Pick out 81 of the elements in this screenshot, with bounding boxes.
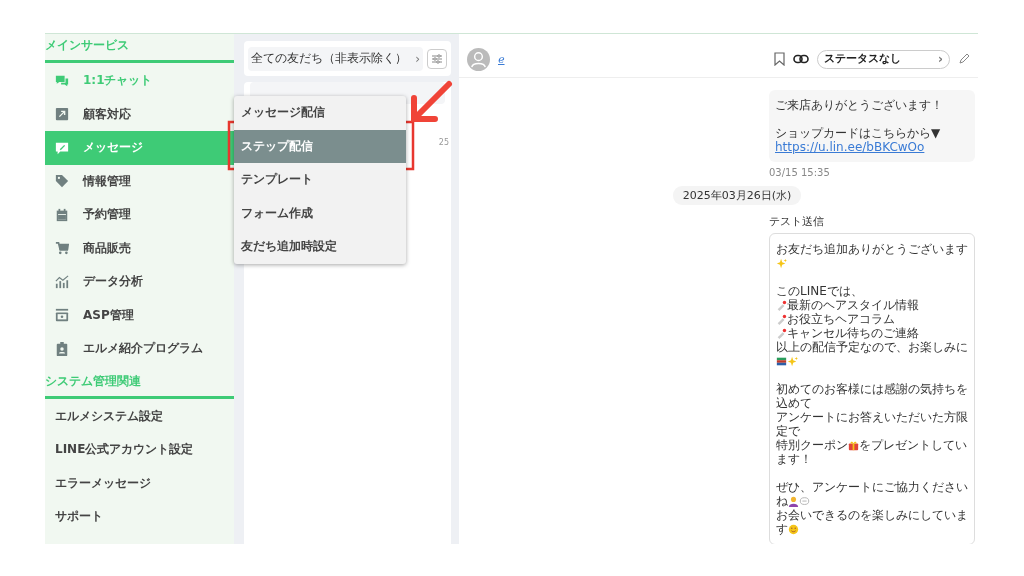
tag-icon <box>55 174 69 189</box>
sidebar-label: メッセージ <box>83 139 143 157</box>
message-text: キャンセル待ちのご連絡 <box>787 326 919 340</box>
arrow-square-icon <box>55 107 69 122</box>
status-dropdown[interactable]: ステータスなし › <box>817 49 950 69</box>
pin-icon <box>776 299 787 311</box>
sidebar-item[interactable]: エラーメッセージ <box>45 466 234 500</box>
message-text: このLINEでは、 <box>776 284 863 298</box>
sidebar-item[interactable]: 顧客対応 <box>45 97 234 131</box>
person-icon <box>788 495 799 507</box>
sidebar-label: エルメ紹介プログラム <box>83 340 203 358</box>
pencil-icon[interactable] <box>958 53 970 65</box>
sidebar-item[interactable]: 情報管理 <box>45 164 234 198</box>
sidebar-item[interactable]: エルメシステム設定 <box>45 399 234 433</box>
friend-filter-dropdown[interactable]: 全ての友だち（非表示除く） › <box>248 46 423 71</box>
friend-time: 25 <box>438 138 449 147</box>
sidebar-label: データ分析 <box>83 273 143 291</box>
sidebar-label: LINE公式アカウント設定 <box>55 441 194 459</box>
message-text: 以上の配信予定なので、お楽しみに <box>776 340 968 354</box>
speech-bubble-icon <box>799 495 810 507</box>
message-text: 最新のヘアスタイル情報 <box>787 298 919 312</box>
link-icon[interactable] <box>793 54 809 64</box>
sidebar-item[interactable]: データ分析 <box>45 265 234 299</box>
bar-chart-icon <box>55 274 69 289</box>
message-text: ぜひ、アンケートにご協力ください <box>776 480 968 494</box>
sparkle-icon <box>787 355 798 367</box>
message-edit-icon <box>55 140 69 155</box>
message-text: お役立ちヘアコラム <box>787 312 895 326</box>
cart-icon <box>55 241 69 256</box>
id-badge-icon <box>55 341 69 356</box>
contact-name-link[interactable]: ℯ <box>498 52 505 66</box>
message-text: 特別クーポン <box>776 438 848 452</box>
menu-item[interactable]: 友だち追加時設定 <box>234 230 406 264</box>
message-text: ショップカードはこちらから▼ <box>775 126 941 140</box>
sidebar-label: 商品販売 <box>83 239 131 257</box>
pin-icon <box>776 313 787 325</box>
sidebar-item[interactable]: 予約管理 <box>45 198 234 232</box>
sidebar-label: 予約管理 <box>83 206 131 224</box>
annotation-arrow <box>411 81 452 122</box>
filter-settings-button[interactable] <box>427 48 447 69</box>
sidebar-item[interactable]: ASP管理 <box>45 298 234 332</box>
menu-item[interactable]: メッセージ配信 <box>234 96 406 130</box>
sidebar-label: 1:1チャット <box>83 72 153 90</box>
gift-icon <box>848 439 859 451</box>
smile-icon <box>788 523 799 535</box>
message-text: 定で <box>776 424 800 438</box>
date-chip: 2025年03月26日(水) <box>672 186 802 205</box>
bookmark-icon[interactable] <box>774 52 785 66</box>
message-text: お会いできるのを楽しみにしていま <box>776 508 968 522</box>
avatar-icon <box>467 47 490 71</box>
message-text: アンケートにお答えいただいた方限 <box>776 410 968 424</box>
message-text: ご来店ありがとうございます！ <box>775 98 943 112</box>
menu-item[interactable]: テンプレート <box>234 163 406 197</box>
sidebar-item[interactable]: LINE公式アカウント設定 <box>45 433 234 467</box>
message-text: 初めてのお客様には感謝の気持ちを <box>776 382 968 396</box>
books-icon <box>776 355 787 367</box>
calendar-icon <box>55 207 69 222</box>
sidebar-label: 顧客対応 <box>83 105 131 123</box>
message-text: す <box>776 522 788 536</box>
sidebar-item[interactable]: エルメ紹介プログラム <box>45 332 234 366</box>
message-text: ね <box>776 494 788 508</box>
sparkle-icon <box>776 257 787 269</box>
box-icon <box>55 308 69 323</box>
sidebar-label: 情報管理 <box>83 172 131 190</box>
message-time: 03/15 15:35 <box>769 167 830 178</box>
sidebar-label: ASP管理 <box>83 306 134 324</box>
sidebar-label: サポート <box>55 508 103 526</box>
sidebar-item[interactable]: 商品販売 <box>45 231 234 265</box>
message-text: お友だち追加ありがとうございます <box>776 242 968 256</box>
message-text: 込めて <box>776 396 812 410</box>
sliders-icon <box>431 52 443 65</box>
url-link[interactable]: https://u.lin.ee/bBKCwOo <box>775 140 925 154</box>
sidebar-label: エラーメッセージ <box>55 474 151 492</box>
chat-bubbles-icon <box>55 73 69 88</box>
sender-label: テスト送信 <box>769 214 825 229</box>
sidebar-item[interactable]: サポート <box>45 500 234 534</box>
sidebar-label: エルメシステム設定 <box>55 407 163 425</box>
pin-icon <box>776 327 787 339</box>
message-text: をプレゼントしてい <box>859 438 967 452</box>
message-text: ます！ <box>776 452 812 466</box>
menu-item[interactable]: フォーム作成 <box>234 196 406 230</box>
